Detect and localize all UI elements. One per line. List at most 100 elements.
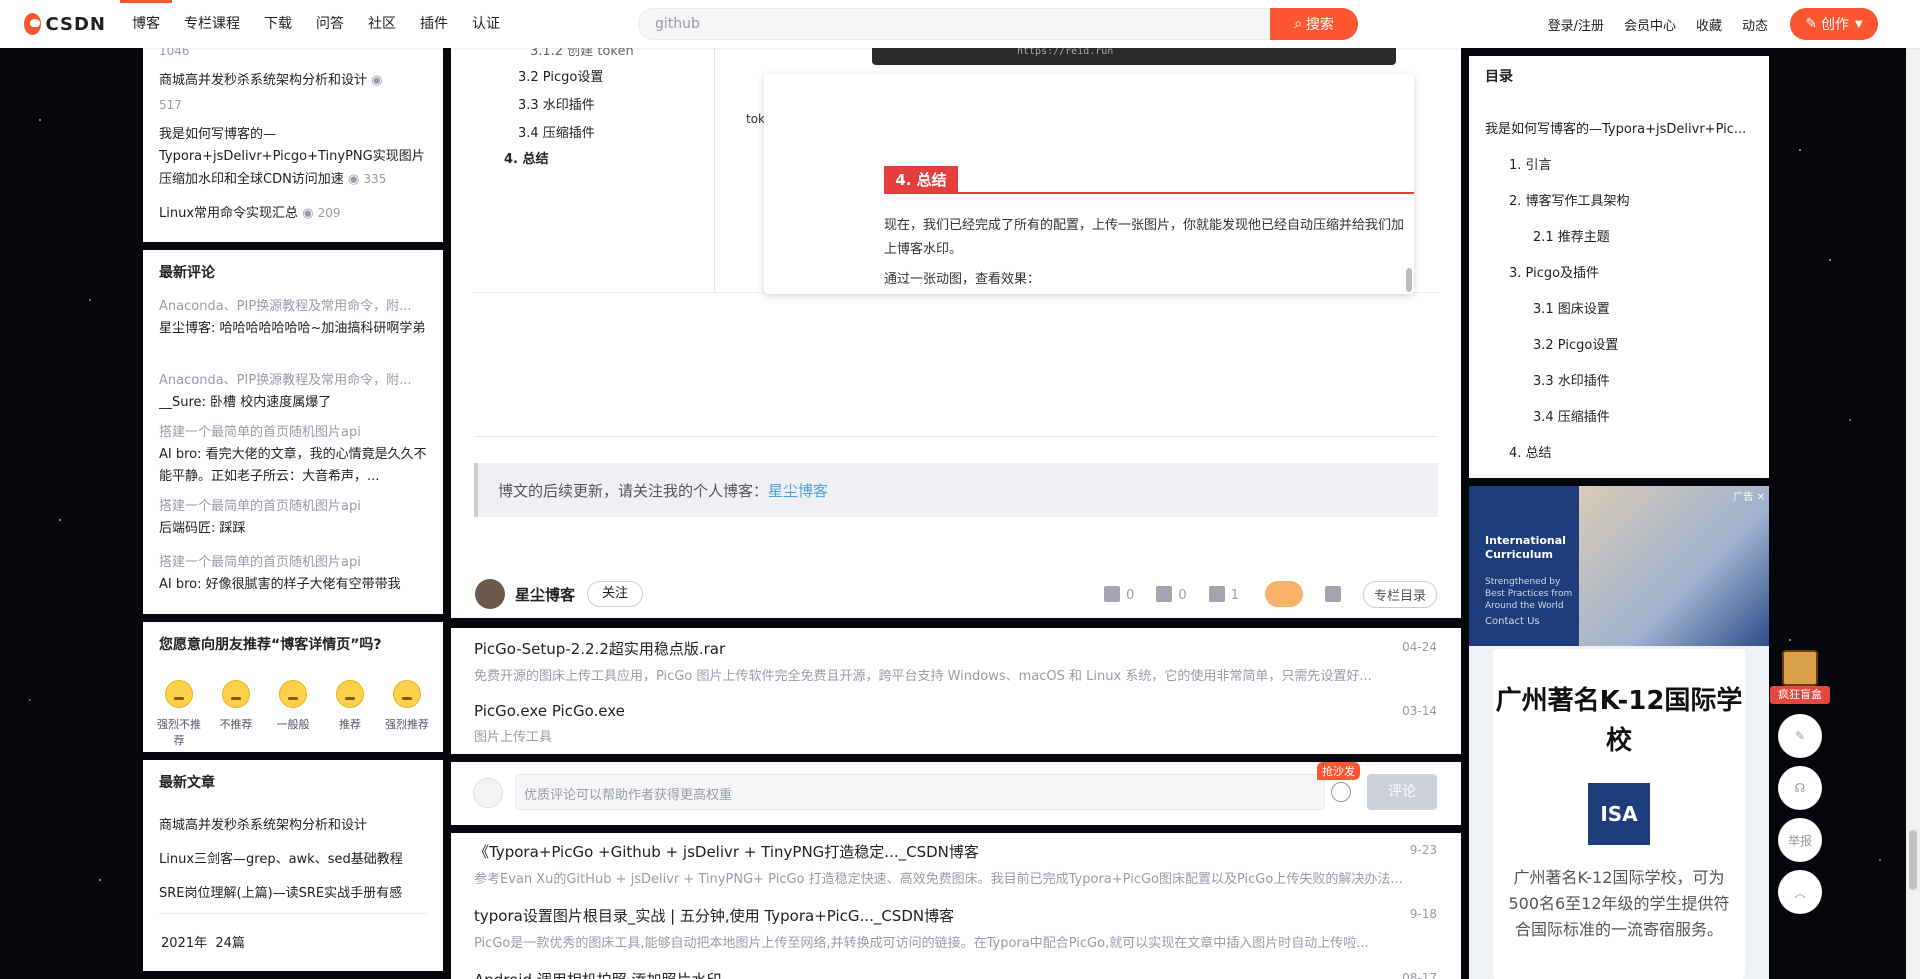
nav-item-courses[interactable]: 专栏课程 [172, 0, 252, 48]
follow-button[interactable]: 关注 [587, 581, 644, 607]
comment-article-link[interactable]: 搭建一个最简单的首页随机图片api [159, 422, 429, 444]
hot-article-count: 335 [363, 172, 387, 186]
avatar[interactable] [475, 579, 505, 609]
comment-article-link[interactable]: 搭建一个最简单的首页随机图片api [159, 552, 429, 574]
comment-text: __Sure: 卧槽 校内速度属爆了 [159, 395, 332, 410]
related-date: 9-23 [1409, 843, 1437, 857]
toc-item[interactable]: 我是如何写博客的—Typora+jsDelivr+Pic... [1485, 118, 1755, 137]
angry-face-icon [165, 680, 193, 708]
latest-article-link[interactable]: SRE岗位理解(上篇)—读SRE实战手册有感 [159, 882, 402, 901]
toc-item[interactable]: 3.3 水印插件 [1533, 370, 1610, 389]
rating-label: 不推荐 [219, 718, 253, 731]
toc-item[interactable]: 3.4 压缩插件 [1533, 406, 1610, 425]
favorite-button[interactable]: 1 [1208, 585, 1239, 603]
hot-article[interactable]: 我是如何写博客的—Typora+jsDelivr+Picgo+TinyPNG实现… [159, 124, 429, 191]
latest-articles-panel: 最新文章 商城高并发秒杀系统架构分析和设计 Linux三剑客—grep、awk、… [143, 760, 443, 971]
submit-comment-button[interactable]: 评论 [1367, 774, 1437, 810]
comment-article-link[interactable]: Anaconda、PIP换源教程及常用命令，附... [159, 370, 429, 392]
support-button[interactable]: ☊ [1778, 766, 1822, 810]
toc-item[interactable]: 3.1 图床设置 [1533, 298, 1610, 317]
rating-option[interactable]: 强烈推荐 [381, 680, 433, 748]
toc-item[interactable]: 3. Picgo及插件 [1509, 262, 1599, 281]
comment-input[interactable]: 优质评论可以帮助作者获得更高权重 [515, 774, 1325, 810]
rating-option[interactable]: 推荐 [324, 680, 376, 748]
search-box[interactable]: github ⌕ 搜索 [638, 8, 1358, 40]
search-input[interactable]: github [655, 16, 700, 32]
related-title[interactable]: 《Typora+PicGo +Github + jsDelivr + TinyP… [474, 841, 1437, 862]
latest-article-link[interactable]: 商城高并发秒杀系统架构分析和设计 [159, 814, 367, 833]
nav-item-blog[interactable]: 博客 [120, 0, 172, 48]
report-label: 举报 [1787, 833, 1812, 848]
related-item[interactable]: typora设置图片根目录_实战 | 五分钟,使用 Typora+PicG...… [474, 905, 1437, 951]
related-title[interactable]: PicGo.exe PicGo.exe [474, 702, 1437, 720]
activity-link[interactable]: 动态 [1742, 15, 1768, 34]
rating-option[interactable]: 强烈不推荐 [153, 680, 205, 748]
ad-contact: Contact Us [1485, 616, 1540, 627]
create-button[interactable]: ✎ 创作 ▼ [1790, 8, 1878, 40]
share-button[interactable] [1324, 585, 1341, 603]
login-link[interactable]: 登录/注册 [1548, 15, 1604, 34]
neutral-face-icon [279, 680, 307, 708]
related-item[interactable]: PicGo-Setup-2.2.2超实用稳点版.rar 04-24 免费开源的图… [474, 638, 1437, 684]
favorites-link[interactable]: 收藏 [1696, 15, 1722, 34]
hot-article-count: 209 [317, 206, 341, 220]
related-title[interactable]: typora设置图片根目录_实战 | 五分钟,使用 Typora+PicG...… [474, 905, 1437, 926]
nav-item-community[interactable]: 社区 [356, 0, 408, 48]
scrollbar-thumb[interactable] [1909, 830, 1917, 890]
toc-item[interactable]: 2. 博客写作工具架构 [1509, 190, 1630, 209]
scrollbar-thumb [1406, 268, 1412, 292]
nav-item-plugin[interactable]: 插件 [408, 0, 460, 48]
write-button[interactable]: ✎ [1778, 714, 1822, 758]
first-comment-badge: 抢沙发 [1317, 762, 1360, 780]
related-item[interactable]: Android 调用相机拍照 添加照片水印 08-17 [474, 969, 1437, 979]
archive-link[interactable]: 2021年 24篇 [161, 932, 245, 951]
latest-article-link[interactable]: Linux三剑客—grep、awk、sed基础教程 [159, 848, 403, 867]
vip-center-link[interactable]: 会员中心 [1624, 15, 1676, 34]
reward-icon[interactable] [1264, 581, 1303, 607]
related-title[interactable]: Android 调用相机拍照 添加照片水印 [474, 969, 1437, 979]
eye-icon: ◉ [302, 206, 314, 221]
thumbs-up-icon [1104, 585, 1121, 602]
blind-box-widget[interactable]: 疯狂盲盒 [1770, 650, 1830, 706]
related-desc: 参考Evan Xu的GitHub + jsDelivr + TinyPNG+ P… [474, 872, 1403, 887]
page-scrollbar[interactable] [1906, 0, 1920, 979]
toc-title: 目录 [1485, 69, 1513, 85]
close-icon[interactable]: ✕ [1757, 492, 1765, 503]
hot-article[interactable]: 商城高并发秒杀系统架构分析和设计 ◉ [159, 70, 429, 92]
pen-icon: ✎ [1805, 16, 1818, 32]
rating-option[interactable]: 不推荐 [210, 680, 262, 748]
smile-face-icon [336, 680, 364, 708]
toc-item[interactable]: 1. 引言 [1509, 154, 1552, 173]
toc-item[interactable]: 2.1 推荐主题 [1533, 226, 1610, 245]
csdn-logo[interactable]: CSDN [24, 10, 106, 38]
search-button[interactable]: ⌕ 搜索 [1270, 8, 1358, 40]
comment-button[interactable]: 0 [1156, 585, 1187, 603]
nav-item-download[interactable]: 下载 [252, 0, 304, 48]
personal-blog-link[interactable]: 星尘博客 [768, 480, 828, 501]
related-item[interactable]: PicGo.exe PicGo.exe 03-14 图片上传工具 [474, 702, 1437, 745]
hot-article-title[interactable]: Linux常用命令实现汇总 [159, 206, 298, 221]
quote-text: 博文的后续更新，请关注我的个人博客： [498, 481, 769, 500]
toc-item[interactable]: 3.2 Picgo设置 [1533, 334, 1618, 353]
nav-item-qa[interactable]: 问答 [304, 0, 356, 48]
related-title[interactable]: PicGo-Setup-2.2.2超实用稳点版.rar [474, 638, 1437, 659]
hot-article-title[interactable]: 商城高并发秒杀系统架构分析和设计 [159, 73, 367, 88]
comment-article-link[interactable]: Anaconda、PIP换源教程及常用命令，附... [159, 296, 429, 318]
column-directory-button[interactable]: 专栏目录 [1362, 580, 1437, 608]
emoji-icon[interactable] [1331, 782, 1351, 802]
nav-item-cert[interactable]: 认证 [460, 0, 512, 48]
advertisement[interactable]: International Curriculum Strengthened by… [1469, 486, 1769, 979]
screenshot-toc: 3.1.2 创建 token 3.2 Picgo设置 3.3 水印插件 3.4 … [474, 44, 714, 293]
like-button[interactable]: 0 [1104, 585, 1134, 603]
related-item[interactable]: 《Typora+PicGo +Github + jsDelivr + TinyP… [474, 841, 1437, 887]
author-name[interactable]: 星尘博客 [515, 584, 575, 605]
divider [474, 436, 1438, 437]
comment-article-link[interactable]: 搭建一个最简单的首页随机图片api [159, 496, 429, 518]
favorite-count: 1 [1230, 587, 1239, 603]
toc-item[interactable]: 4. 总结 [1509, 442, 1552, 461]
star-icon [1208, 585, 1225, 602]
hot-article[interactable]: Linux常用命令实现汇总 ◉ 209 [159, 202, 429, 225]
back-to-top-button[interactable]: ︿ [1778, 870, 1822, 914]
report-button[interactable]: 举报 [1778, 818, 1822, 862]
rating-option[interactable]: 一般般 [267, 680, 319, 748]
